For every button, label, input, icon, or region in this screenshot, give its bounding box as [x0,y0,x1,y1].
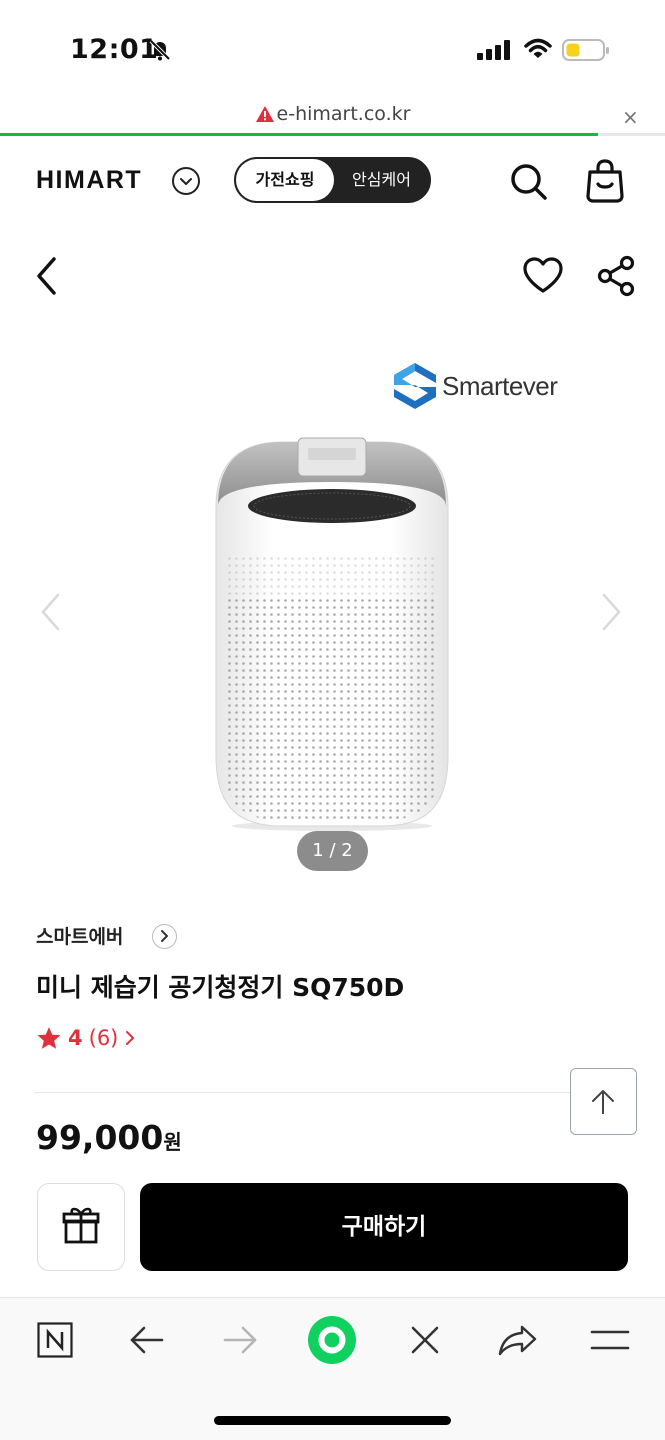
logo-dropdown-button[interactable] [172,167,200,195]
smartever-logo-text: Smartever [442,370,558,401]
gift-icon [62,1207,100,1244]
himart-logo[interactable]: HIMART [36,166,142,195]
browser-forward-icon[interactable] [221,1322,259,1358]
url-domain[interactable]: e-himart.co.kr [0,103,665,125]
product-title: 미니 제습기 공기청정기 SQ750D [36,973,405,1002]
naver-home-green-icon[interactable] [307,1315,357,1365]
arrow-up-icon [592,1090,614,1114]
scroll-to-top-button[interactable] [570,1068,637,1135]
chevron-right-icon [161,930,168,942]
bell-muted-icon [149,39,171,61]
back-arrow-icon[interactable] [34,256,60,296]
chevron-down-icon [180,178,192,185]
tab-safe-care[interactable]: 안심케어 [334,159,429,201]
image-pager-indicator: 1 / 2 [297,831,368,871]
browser-back-icon[interactable] [128,1322,166,1358]
page-load-progress-track [598,133,665,136]
wifi-icon [524,38,552,58]
product-price: 99,000원 [36,1118,182,1157]
product-brand-link[interactable]: 스마트에버 [36,922,123,949]
rating-score: 4 [68,1026,83,1050]
star-icon [37,1027,61,1049]
smartever-logo-mark-icon [394,363,436,409]
chevron-right-icon [126,1031,135,1045]
shopping-bag-icon[interactable] [583,158,627,204]
hamburger-menu-icon[interactable] [590,1322,630,1358]
smartever-brand-logo: Smartever [392,362,558,410]
battery-low-power-icon [562,39,609,61]
price-value: 99,000 [36,1118,164,1157]
next-image-arrow-icon[interactable] [600,592,624,632]
status-time: 12:01 [70,34,159,65]
share-icon[interactable] [596,254,636,298]
search-icon[interactable] [509,162,549,202]
cellular-signal-icon [477,40,510,60]
heart-icon[interactable] [522,256,564,294]
naver-n-icon[interactable] [37,1322,73,1358]
air-purifier-product-image[interactable] [212,436,452,831]
product-rating[interactable]: 4 (6) [36,1026,136,1050]
buy-button[interactable]: 구매하기 [140,1183,628,1271]
page-load-progress [0,133,598,136]
rating-count: (6) [88,1026,119,1050]
tab-appliance-shopping[interactable]: 가전쇼핑 [236,159,334,201]
brand-chevron-button[interactable] [152,924,177,949]
share-arrow-icon[interactable] [497,1322,539,1358]
section-divider [34,1092,630,1093]
previous-image-arrow-icon[interactable] [38,592,62,632]
close-tab-button[interactable]: × [622,105,639,129]
price-unit: 원 [163,1130,182,1154]
close-icon[interactable] [407,1322,443,1358]
home-indicator [214,1416,451,1425]
gift-button[interactable] [37,1183,125,1271]
